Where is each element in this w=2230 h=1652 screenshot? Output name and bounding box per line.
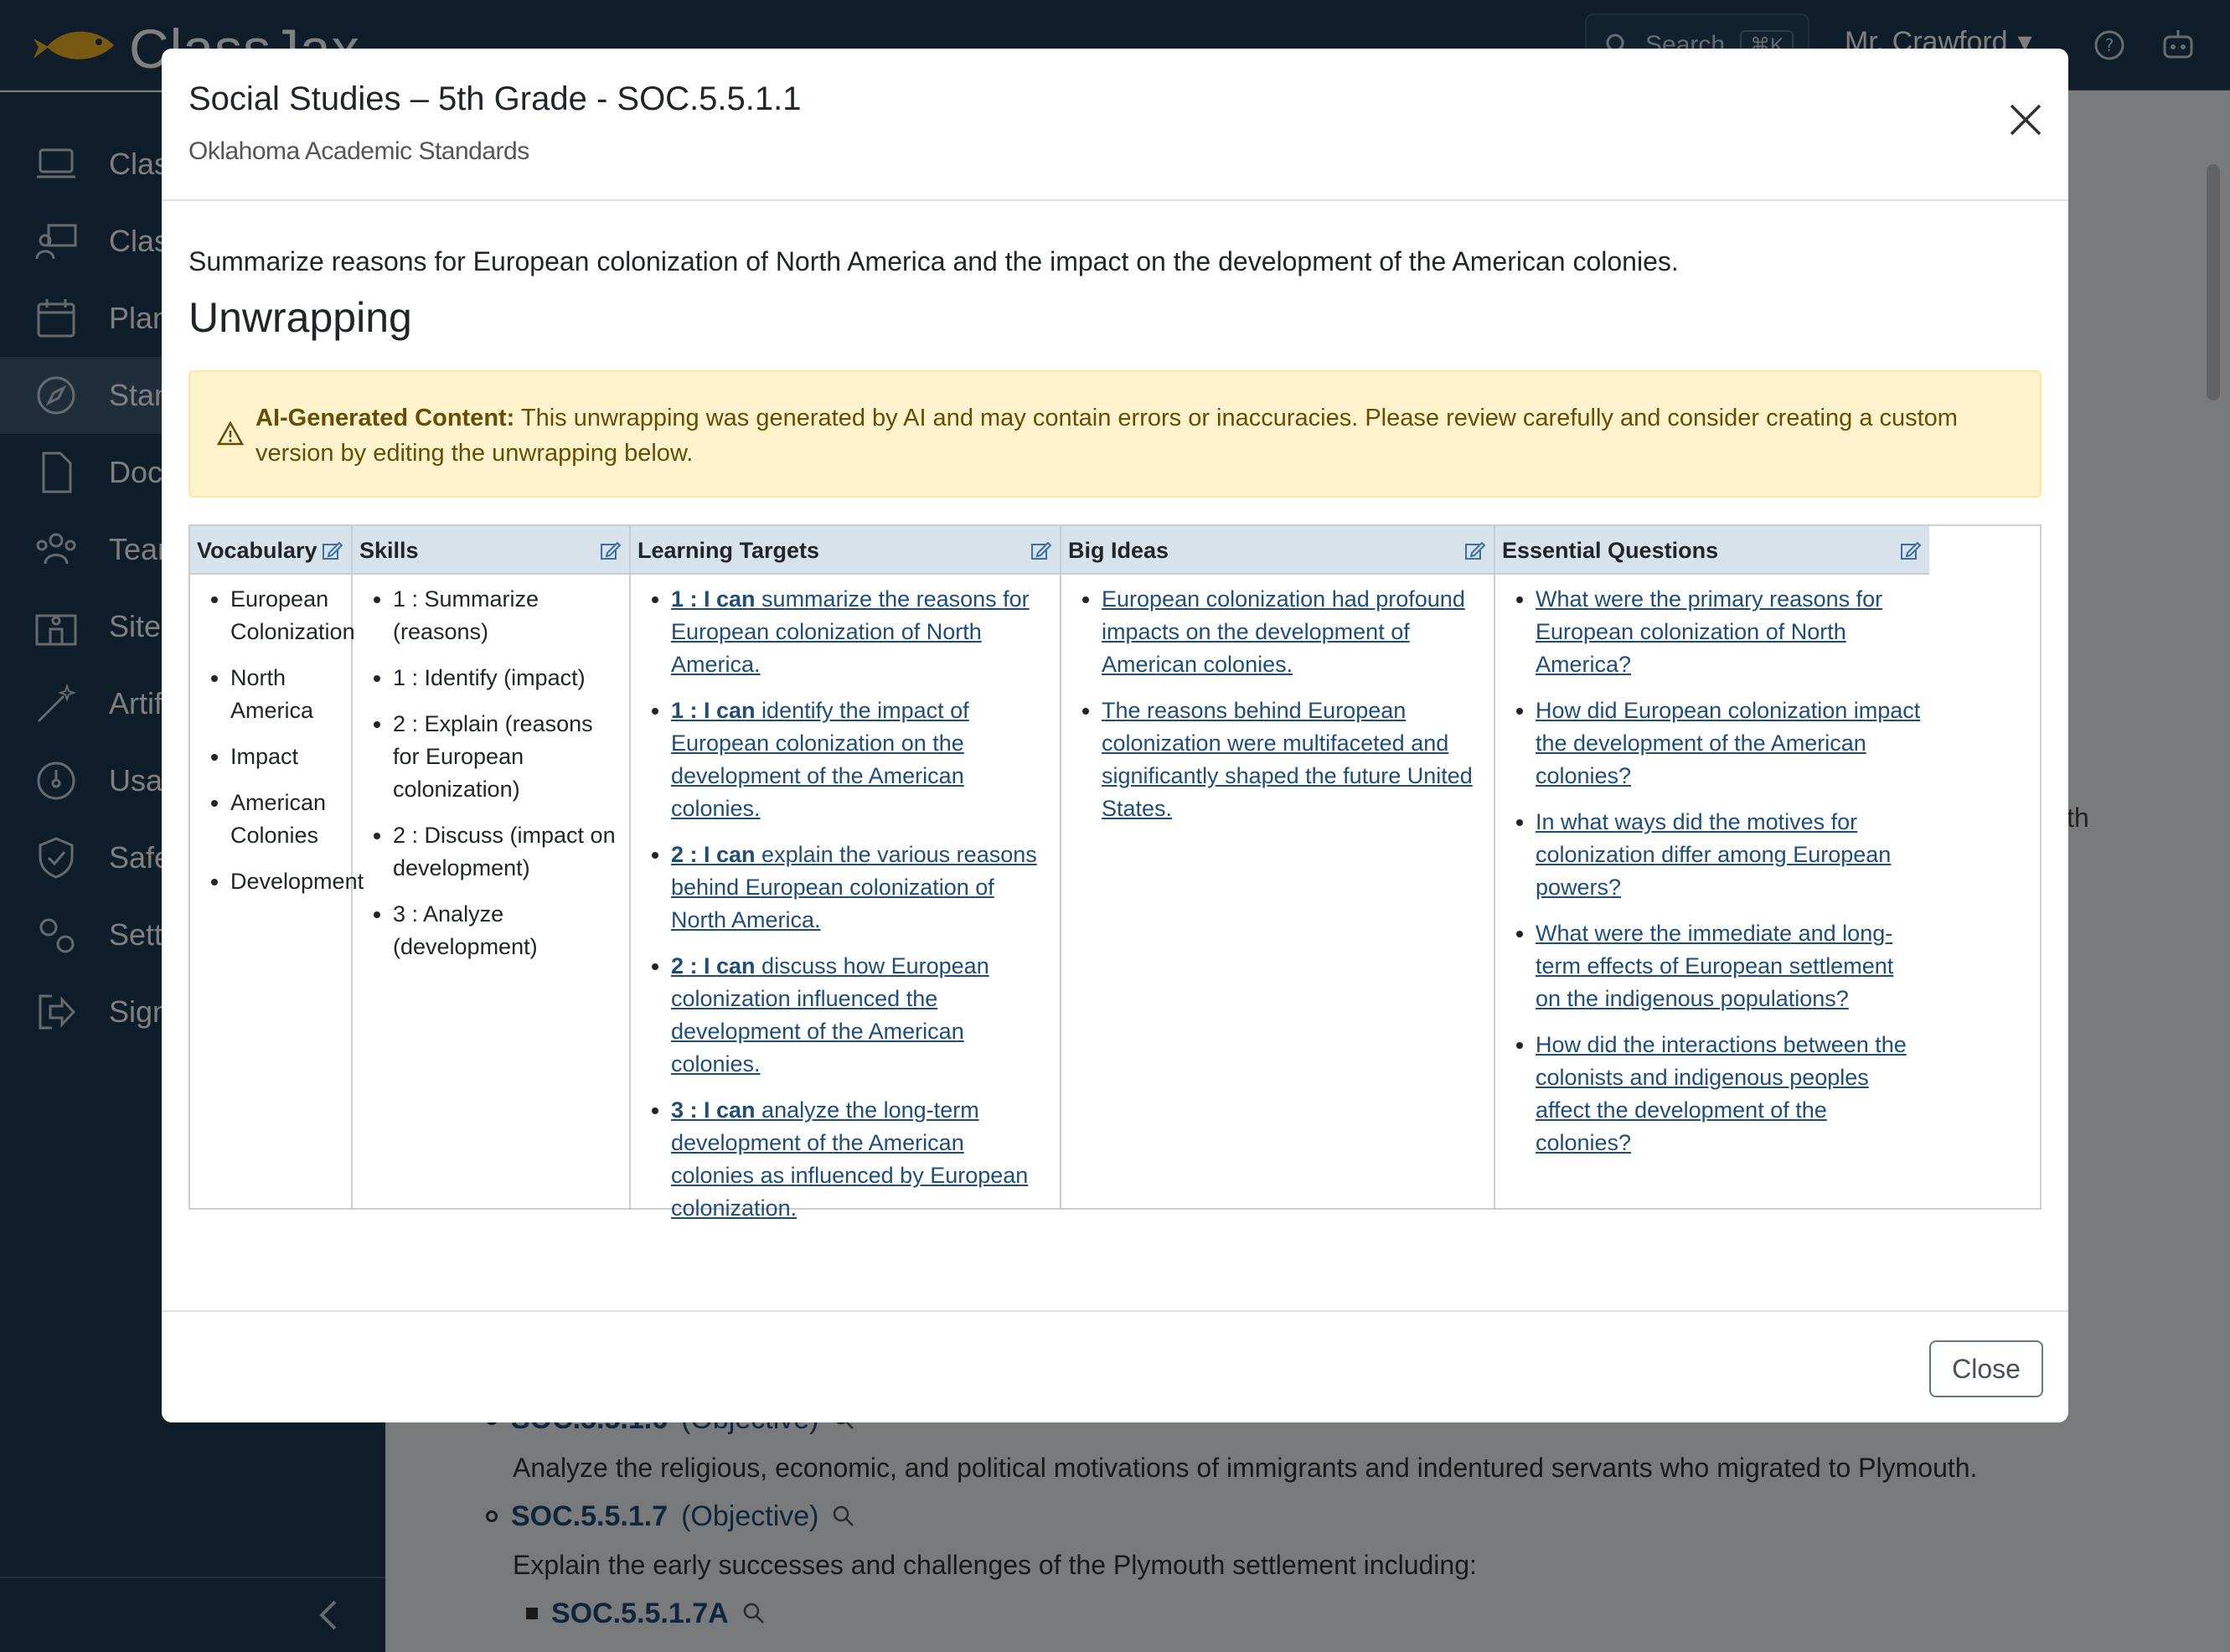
vocabulary-item: Impact — [230, 741, 343, 773]
vocabulary-item: American Colonies — [230, 787, 343, 852]
column-title: Big Ideas — [1068, 538, 1169, 563]
modal-subtitle: Oklahoma Academic Standards — [188, 137, 529, 165]
target-level: 3 : I can — [671, 1097, 756, 1123]
warning-triangle-icon — [217, 421, 244, 446]
essential-question-item: How did European colonization impact the… — [1536, 694, 1921, 792]
learning-target-link[interactable]: 2 : I can discuss how European colonizat… — [671, 953, 989, 1076]
learning-targets-column: Learning Targets 1 : I can summarize the… — [631, 526, 1061, 1221]
modal-header: Social Studies – 5th Grade - SOC.5.5.1.1… — [162, 49, 2068, 201]
target-level: 1 : I can — [671, 586, 756, 612]
learning-targets-list: 1 : I can summarize the reasons for Euro… — [631, 575, 1060, 1225]
ai-warning-alert: AI-Generated Content: This unwrapping wa… — [188, 370, 2042, 498]
learning-target-item: 1 : I can identify the impact of Europea… — [671, 694, 1051, 825]
essential-question-link[interactable]: How did European colonization impact the… — [1536, 698, 1920, 788]
skill-item: 2 : Discuss (impact on development) — [393, 819, 621, 885]
unwrapping-table: Vocabulary European Colonization North A… — [188, 524, 2042, 1221]
target-level: 2 : I can — [671, 953, 756, 978]
essential-question-item: What were the immediate and long-term ef… — [1536, 917, 1921, 1015]
close-button[interactable]: Close — [1929, 1340, 2043, 1397]
learning-target-link[interactable]: 1 : I can identify the impact of Europea… — [671, 698, 969, 821]
column-title: Vocabulary — [197, 538, 317, 563]
standard-statement: Summarize reasons for European colonizat… — [188, 246, 1679, 276]
vocabulary-column: Vocabulary European Colonization North A… — [190, 526, 364, 1208]
skills-list: 1 : Summarize (reasons) 1 : Identify (im… — [353, 575, 629, 963]
skill-item: 1 : Identify (impact) — [393, 662, 621, 694]
column-header: Vocabulary — [190, 526, 351, 575]
big-ideas-column: Big Ideas European colonization had prof… — [1061, 526, 1495, 1208]
edit-icon[interactable] — [321, 539, 343, 561]
essential-questions-column: Essential Questions What were the primar… — [1495, 526, 1929, 1208]
alert-message: AI-Generated Content: This unwrapping wa… — [256, 400, 2015, 471]
learning-target-link[interactable]: 1 : I can summarize the reasons for Euro… — [671, 586, 1030, 677]
big-idea-link[interactable]: European colonization had profound impac… — [1102, 586, 1465, 677]
learning-target-item: 3 : I can analyze the long-term developm… — [671, 1094, 1051, 1225]
edit-icon[interactable] — [1463, 539, 1485, 561]
column-title: Learning Targets — [638, 538, 820, 563]
edit-icon[interactable] — [599, 539, 621, 561]
vocabulary-item: Development — [230, 865, 364, 898]
modal-footer: Close — [162, 1310, 2068, 1422]
unwrapping-heading: Unwrapping — [188, 294, 412, 341]
column-header: Skills — [353, 526, 629, 575]
essential-question-link[interactable]: What were the immediate and long-term ef… — [1536, 921, 1893, 1011]
column-header: Big Ideas — [1061, 526, 1494, 575]
alert-title: AI-Generated Content: — [256, 405, 515, 431]
learning-target-link[interactable]: 3 : I can analyze the long-term developm… — [671, 1097, 1028, 1221]
essential-question-link[interactable]: How did the interactions between the col… — [1536, 1032, 1907, 1155]
big-idea-item: European colonization had profound impac… — [1102, 583, 1485, 681]
column-title: Essential Questions — [1502, 538, 1719, 563]
big-idea-link[interactable]: The reasons behind European colonization… — [1102, 698, 1473, 821]
learning-target-item: 2 : I can discuss how European colonizat… — [671, 950, 1051, 1081]
essential-question-item: In what ways did the motives for coloniz… — [1536, 806, 1921, 904]
close-icon[interactable] — [2008, 102, 2043, 137]
essential-question-link[interactable]: What were the primary reasons for Europe… — [1536, 586, 1882, 677]
skill-item: 3 : Analyze (development) — [393, 898, 621, 963]
target-level: 1 : I can — [671, 698, 756, 723]
column-header: Essential Questions — [1495, 526, 1929, 575]
essential-question-link[interactable]: In what ways did the motives for coloniz… — [1536, 809, 1891, 900]
big-ideas-list: European colonization had profound impac… — [1061, 575, 1494, 825]
edit-icon[interactable] — [1030, 539, 1051, 561]
essential-question-item: How did the interactions between the col… — [1536, 1029, 1921, 1159]
edit-icon[interactable] — [1899, 539, 1921, 561]
essential-questions-list: What were the primary reasons for Europe… — [1495, 575, 1929, 1159]
essential-question-item: What were the primary reasons for Europe… — [1536, 583, 1921, 681]
column-title: Skills — [359, 538, 419, 563]
target-level: 2 : I can — [671, 842, 756, 867]
modal-title: Social Studies – 5th Grade - SOC.5.5.1.1 — [188, 80, 802, 117]
vocabulary-list: European Colonization North America Impa… — [190, 575, 364, 898]
learning-target-item: 1 : I can summarize the reasons for Euro… — [671, 583, 1051, 681]
big-idea-item: The reasons behind European colonization… — [1102, 694, 1485, 825]
column-header: Learning Targets — [631, 526, 1060, 575]
vocabulary-item: North America — [230, 662, 343, 727]
skill-item: 1 : Summarize (reasons) — [393, 583, 621, 648]
unwrapping-modal: Social Studies – 5th Grade - SOC.5.5.1.1… — [162, 49, 2068, 1422]
learning-target-item: 2 : I can explain the various reasons be… — [671, 839, 1051, 937]
skills-column: Skills 1 : Summarize (reasons) 1 : Ident… — [353, 526, 631, 1208]
learning-target-link[interactable]: 2 : I can explain the various reasons be… — [671, 842, 1037, 932]
vocabulary-item: European Colonization — [230, 583, 355, 648]
skill-item: 2 : Explain (reasons for European coloni… — [393, 708, 621, 806]
